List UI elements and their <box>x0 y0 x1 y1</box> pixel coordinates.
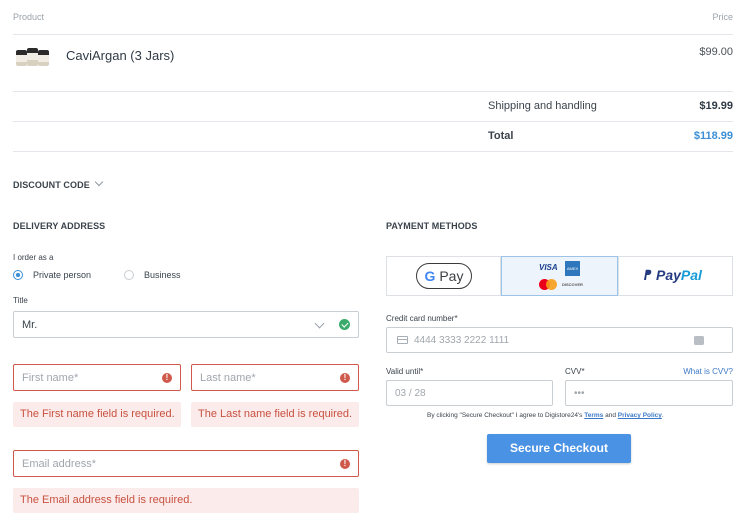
product-column-header: Product <box>13 12 45 22</box>
check-icon <box>339 319 350 330</box>
discount-code-label: DISCOUNT CODE <box>13 180 90 190</box>
visa-logo: VISA <box>539 263 558 272</box>
google-pay-logo: G Pay <box>416 263 472 289</box>
amex-logo: AMEX <box>565 261 580 276</box>
discount-code-toggle[interactable]: DISCOUNT CODE <box>13 177 104 190</box>
last-name-input[interactable]: Last name* ! <box>191 364 359 391</box>
product-price: $99.00 <box>699 46 733 58</box>
terms-link[interactable]: Terms <box>584 412 603 419</box>
divider <box>13 121 733 122</box>
shipping-label: Shipping and handling <box>488 100 597 112</box>
payment-option-paypal[interactable]: PayPal <box>618 256 733 296</box>
chevron-down-icon <box>94 177 104 187</box>
payment-option-google-pay[interactable]: G Pay <box>386 256 501 296</box>
paypal-logo: PayPal <box>643 267 702 283</box>
radio-private-person[interactable]: Private person <box>13 268 113 282</box>
first-name-placeholder: First name* <box>22 372 79 384</box>
card-number-input[interactable]: 4444 3333 2222 1111 <box>386 327 733 353</box>
payment-option-cards[interactable]: VISA AMEX DISCOVER <box>501 256 618 296</box>
paypal-mark-icon <box>644 269 652 280</box>
credit-card-icon <box>397 336 408 344</box>
valid-until-placeholder: 03 / 28 <box>395 388 426 399</box>
terms-prefix: By clicking "Secure Checkout" I agree to… <box>427 412 583 419</box>
delivery-address-heading: DELIVERY ADDRESS <box>13 221 106 231</box>
mastercard-logo <box>546 279 557 290</box>
cvv-label: CVV* <box>565 367 585 376</box>
total-value: $118.99 <box>693 130 733 142</box>
what-is-cvv-link[interactable]: What is CVV? <box>683 367 733 376</box>
first-name-input[interactable]: First name* ! <box>13 364 181 391</box>
order-as-label: I order as a <box>13 253 54 262</box>
email-placeholder: Email address* <box>22 458 96 470</box>
payment-methods-heading: PAYMENT METHODS <box>386 221 478 231</box>
card-number-label: Credit card number* <box>386 314 458 323</box>
discover-logo: DISCOVER <box>562 282 583 287</box>
title-value: Mr. <box>22 319 38 331</box>
cvv-input[interactable]: ••• <box>565 380 733 406</box>
secure-checkout-button[interactable]: Secure Checkout <box>487 434 631 463</box>
product-name: CaviArgan (3 Jars) <box>66 48 175 63</box>
radio-label: Business <box>144 270 181 280</box>
terms-and: and <box>605 412 616 419</box>
keypad-icon <box>694 336 704 345</box>
email-error: The Email address field is required. <box>13 488 359 513</box>
divider <box>13 34 733 35</box>
radio-unselected-icon <box>124 270 134 280</box>
valid-until-label: Valid until* <box>386 367 424 376</box>
terms-text: By clicking "Secure Checkout" I agree to… <box>427 412 664 419</box>
radio-selected-icon <box>13 270 23 280</box>
price-column-header: Price <box>712 12 733 22</box>
title-label: Title <box>13 296 28 305</box>
divider <box>13 91 733 92</box>
valid-until-input[interactable]: 03 / 28 <box>386 380 553 406</box>
product-image <box>16 44 50 66</box>
chevron-down-icon <box>314 318 325 329</box>
last-name-placeholder: Last name* <box>200 372 256 384</box>
shipping-value: $19.99 <box>699 100 733 112</box>
terms-suffix: . <box>661 412 664 419</box>
error-icon: ! <box>340 459 350 469</box>
card-number-placeholder: 4444 3333 2222 1111 <box>414 335 510 346</box>
first-name-error: The First name field is required. <box>13 402 181 427</box>
title-select[interactable]: Mr. <box>13 311 359 338</box>
last-name-error: The Last name field is required. <box>191 402 359 427</box>
cvv-placeholder: ••• <box>574 388 585 399</box>
email-input[interactable]: Email address* ! <box>13 450 359 477</box>
error-icon: ! <box>340 373 350 383</box>
divider <box>13 151 733 152</box>
total-label: Total <box>488 130 514 142</box>
error-icon: ! <box>162 373 172 383</box>
radio-label: Private person <box>33 270 92 280</box>
privacy-policy-link[interactable]: Privacy Policy <box>618 412 662 419</box>
radio-business[interactable]: Business <box>124 268 204 282</box>
